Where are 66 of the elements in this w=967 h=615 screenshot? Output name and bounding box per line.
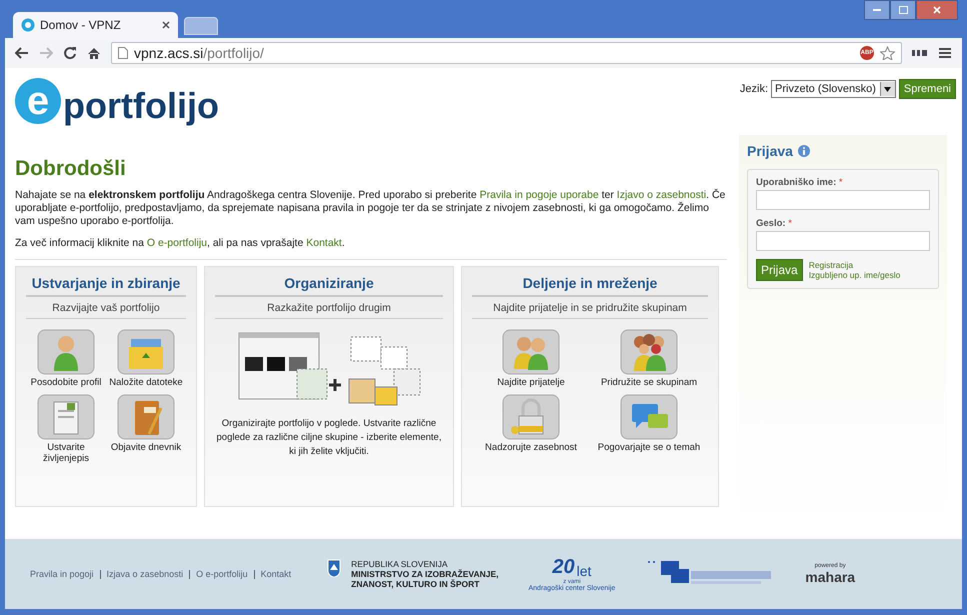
login-link[interactable]: Registracija	[808, 260, 900, 270]
group-icon	[620, 329, 678, 375]
feature-link[interactable]: Naložite datoteke	[106, 329, 186, 388]
feature-link[interactable]: Najdite prijatelje	[472, 329, 590, 388]
coat-of-arms-icon	[327, 559, 342, 577]
panel-title: Deljenje in mreženje	[472, 275, 708, 297]
language-label: Jezik:	[740, 83, 768, 95]
close-icon[interactable]	[162, 21, 170, 29]
link[interactable]: O e-portfoliju	[146, 237, 207, 249]
chat-bubbles-icon	[620, 394, 678, 440]
page-icon	[118, 47, 128, 59]
site-icon	[21, 18, 35, 32]
person-icon	[37, 329, 95, 375]
username-field[interactable]	[756, 190, 930, 210]
menu-icon[interactable]	[938, 47, 952, 59]
footer-link[interactable]: O e-portfoliju	[189, 570, 254, 578]
feature-link[interactable]: Posodobite profil	[26, 329, 106, 388]
panel-subtitle: Razkažite portfolijo drugim	[215, 297, 443, 319]
feature-link[interactable]: Ustvarite življenjepis	[26, 394, 106, 464]
notebook-icon	[117, 394, 175, 440]
panel-title: Organiziranje	[215, 275, 443, 297]
extension-icon[interactable]	[912, 49, 928, 57]
panel-subtitle: Razvijajte vaš portfolijo	[26, 297, 186, 319]
password-field[interactable]	[756, 231, 930, 251]
star-icon[interactable]	[880, 46, 895, 60]
link[interactable]: Izjavo o zasebnosti	[616, 189, 706, 201]
panel-title: Ustvarjanje in zbiranje	[26, 275, 186, 297]
browser-tab[interactable]: Domov - VPNZ	[13, 12, 178, 38]
link[interactable]: Pravila in pogoje uporabe	[480, 189, 599, 201]
intro-text: Nahajate se na elektronskem portfoliju Andragoškega centra Slovenije. Pred uporabo si preberite Pravila in pogoje uporabe ter Izjavo o zasebnosti. Če uporabljate e-portfolijo, predpostavljamo, da sprejemate napisana pravila in pogoje ter da se strinjate z nivojem zasebnosti, ki ga omogočamo. Želimo vam uspešno uporabo e-portfolija.	[15, 189, 726, 228]
page-title: Dobrodošli	[15, 157, 127, 181]
panel-subtitle: Najdite prijatelje in se pridružite skupinam	[472, 297, 708, 319]
login-link[interactable]: Izgubljeno up. ime/geslo	[808, 270, 900, 280]
feature-link[interactable]: Pridružite se skupinam	[590, 329, 708, 388]
panel-description: Organizirajte portfolijo v poglede. Ustvarite različne poglede za različne ciljne skupine - izberite elemente, ki jih želite vključiti.	[216, 417, 442, 459]
folder-icon	[117, 329, 175, 375]
language-select[interactable]: Privzeto (Slovensko)	[771, 80, 896, 98]
back-icon[interactable]	[15, 47, 29, 59]
login-title: Prijava	[747, 143, 793, 159]
username-label: Uporabniško ime: *	[756, 177, 844, 188]
footer-link[interactable]: Izjava o zasebnosti	[100, 570, 190, 578]
login-button[interactable]: Prijava	[756, 259, 803, 281]
feature-link[interactable]: Nadzorujte zasebnost	[472, 394, 590, 453]
document-icon	[37, 394, 95, 440]
caret-icon	[884, 86, 892, 92]
close-icon	[933, 6, 941, 14]
padlock-icon	[502, 394, 560, 440]
close-button[interactable]	[916, 0, 958, 20]
footer-link[interactable]: Pravila in pogoji	[30, 570, 100, 578]
two-people-icon	[502, 329, 560, 375]
feature-link[interactable]: Objavite dnevnik	[106, 394, 186, 464]
info-text: Za več informacij kliknite na O e-portfoliju, ali pa nas vprašajte Kontakt.	[15, 237, 346, 250]
site-logo[interactable]: e portfolijo	[15, 68, 219, 124]
footer-link[interactable]: Kontakt	[254, 570, 298, 578]
info-icon[interactable]	[798, 145, 810, 157]
minimize-icon	[873, 8, 881, 12]
maximize-icon	[898, 6, 908, 14]
feature-link[interactable]: Pogovarjajte se o temah	[590, 394, 708, 453]
home-icon[interactable]	[87, 46, 101, 60]
link[interactable]: Kontakt	[306, 237, 342, 249]
minimize-button[interactable]	[864, 0, 890, 20]
reload-icon[interactable]	[63, 46, 77, 60]
maximize-button[interactable]	[890, 0, 916, 20]
change-button[interactable]: Spremeni	[898, 79, 956, 99]
ministry-logo-text: REPUBLIKA SLOVENIJA MINISTRSTVO ZA IZOBRAŽEVANJE, ZNANOST, KULTURO IN ŠPORT	[351, 559, 498, 589]
password-label: Geslo: *	[756, 218, 793, 229]
